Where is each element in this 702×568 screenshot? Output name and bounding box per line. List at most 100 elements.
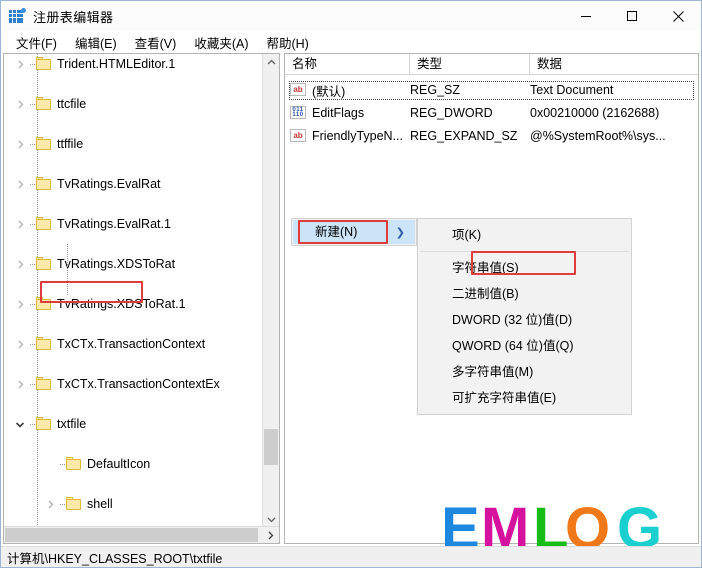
tree-item-label: ttffile bbox=[57, 137, 84, 151]
cell-data: 0x00210000 (2162688) bbox=[530, 106, 660, 120]
window-title: 注册表编辑器 bbox=[33, 9, 114, 25]
scroll-right-icon[interactable] bbox=[262, 527, 279, 543]
tree-connector bbox=[28, 294, 36, 314]
tree-connector bbox=[28, 334, 36, 354]
tree-item[interactable]: TxCTx.TransactionContextEx bbox=[4, 374, 260, 394]
tree-connector bbox=[28, 374, 36, 394]
submenu-item[interactable]: QWORD (64 位)值(Q) bbox=[418, 333, 631, 359]
tree-item[interactable]: ttcfile bbox=[4, 94, 260, 114]
focused-row-indicator bbox=[289, 81, 694, 100]
table-row[interactable]: ab FriendlyTypeN... REG_EXPAND_SZ @%SystemR… bbox=[285, 125, 698, 147]
submenu-item[interactable]: DWORD (32 位)值(D) bbox=[418, 307, 631, 333]
status-path: 计算机\HKEY_CLASSES_ROOT\txtfile bbox=[7, 551, 223, 566]
submenu-item[interactable]: 二进制值(B) bbox=[418, 281, 631, 307]
chevron-right-icon[interactable] bbox=[12, 174, 28, 194]
tree-hscroll-thumb[interactable] bbox=[5, 528, 258, 542]
chevron-right-icon[interactable] bbox=[12, 54, 28, 74]
tree-item-label: shell bbox=[87, 497, 113, 511]
folder-icon bbox=[66, 497, 83, 511]
tree-connector bbox=[28, 254, 36, 274]
minimize-button[interactable] bbox=[563, 1, 609, 31]
menu-favorites[interactable]: 收藏夹(A) bbox=[185, 31, 257, 54]
new-value-submenu: 项(K) 字符串值(S) 二进制值(B) DWORD (32 位)值(D) QWORD … bbox=[417, 218, 632, 415]
folder-icon bbox=[36, 137, 53, 151]
registry-editor-window: 注册表编辑器 文件(F) 编辑(E) 查看(V) 收藏夹(A) 帮助(H) Tr… bbox=[0, 0, 702, 568]
chevron-right-icon[interactable] bbox=[12, 374, 28, 394]
status-bar: 计算机\HKEY_CLASSES_ROOT\txtfile bbox=[1, 546, 701, 567]
scroll-up-icon[interactable] bbox=[263, 54, 279, 71]
annotation-box-txtfile bbox=[40, 281, 143, 303]
column-header-data[interactable]: 数据 bbox=[530, 54, 698, 74]
registry-grid-icon bbox=[9, 8, 26, 24]
annotation-box-string-value bbox=[471, 251, 576, 275]
close-button[interactable] bbox=[655, 1, 701, 31]
folder-icon bbox=[36, 57, 53, 71]
tree-item-label: TxCTx.TransactionContextEx bbox=[57, 377, 220, 391]
tree-item-label: TxCTx.TransactionContext bbox=[57, 337, 206, 351]
tree-item-label: TvRatings.EvalRat bbox=[57, 177, 161, 191]
cell-name: EditFlags bbox=[312, 106, 365, 120]
tree-connector bbox=[28, 134, 36, 154]
tree-item[interactable]: TvRatings.EvalRat.1 bbox=[4, 214, 260, 234]
tree-connector bbox=[58, 454, 66, 474]
chevron-right-icon: ❯ bbox=[395, 227, 405, 239]
tree-item-label: Trident.HTMLEditor.1 bbox=[57, 57, 176, 71]
tree-horizontal-scrollbar[interactable] bbox=[4, 526, 279, 543]
tree-item[interactable]: DefaultIcon bbox=[4, 454, 260, 474]
chevron-right-icon[interactable] bbox=[12, 334, 28, 354]
column-header-type[interactable]: 类型 bbox=[410, 54, 530, 74]
tree-item[interactable]: ttffile bbox=[4, 134, 260, 154]
submenu-item[interactable]: 项(K) bbox=[418, 222, 631, 248]
menu-bar: 文件(F) 编辑(E) 查看(V) 收藏夹(A) 帮助(H) bbox=[1, 31, 701, 53]
tree-item[interactable]: TxCTx.TransactionContext bbox=[4, 334, 260, 354]
tree-connector bbox=[28, 54, 36, 74]
cell-type: REG_EXPAND_SZ bbox=[410, 129, 518, 143]
chevron-right-icon[interactable] bbox=[12, 254, 28, 274]
cell-type: REG_DWORD bbox=[410, 106, 493, 120]
menu-file[interactable]: 文件(F) bbox=[7, 31, 66, 54]
menu-help[interactable]: 帮助(H) bbox=[257, 31, 317, 54]
title-bar: 注册表编辑器 bbox=[1, 1, 701, 31]
folder-icon bbox=[36, 177, 53, 191]
chevron-right-icon[interactable] bbox=[12, 94, 28, 114]
tree-connector bbox=[28, 174, 36, 194]
table-row[interactable]: 011 110 EditFlags REG_DWORD 0x00210000 (2162… bbox=[285, 102, 698, 124]
tree-item[interactable]: TvRatings.EvalRat bbox=[4, 174, 260, 194]
folder-icon bbox=[36, 217, 53, 231]
tree-item[interactable]: txtfile bbox=[4, 414, 260, 434]
menu-view[interactable]: 查看(V) bbox=[126, 31, 186, 54]
folder-icon bbox=[36, 97, 53, 111]
chevron-right-icon[interactable] bbox=[12, 214, 28, 234]
folder-icon bbox=[36, 417, 53, 431]
submenu-item[interactable]: 可扩充字符串值(E) bbox=[418, 385, 631, 411]
registry-tree-pane: Trident.HTMLEditor.1 ttcfile ttffile TvRati… bbox=[3, 53, 280, 544]
tree-vertical-scrollbar[interactable] bbox=[262, 54, 279, 528]
column-header-name[interactable]: 名称 bbox=[285, 54, 410, 74]
tree-item[interactable]: TvRatings.XDSToRat bbox=[4, 254, 260, 274]
tree-item[interactable]: Trident.HTMLEditor.1 bbox=[4, 54, 260, 74]
tree-scroll-thumb[interactable] bbox=[264, 429, 278, 465]
tree-connector bbox=[58, 494, 66, 514]
chevron-down-icon[interactable] bbox=[12, 414, 28, 434]
tree-connector bbox=[28, 94, 36, 114]
chevron-right-icon[interactable] bbox=[12, 294, 28, 314]
editor-body: Trident.HTMLEditor.1 ttcfile ttffile TvRati… bbox=[1, 53, 701, 546]
tree-item-label: TvRatings.EvalRat.1 bbox=[57, 217, 171, 231]
menu-edit[interactable]: 编辑(E) bbox=[66, 31, 126, 54]
chevron-right-icon[interactable] bbox=[42, 494, 58, 514]
tree-connector bbox=[28, 214, 36, 234]
binary-value-icon: 011 110 bbox=[290, 105, 308, 121]
folder-icon bbox=[66, 457, 83, 471]
tree-item-label: txtfile bbox=[57, 417, 87, 431]
tree-item[interactable]: shell bbox=[4, 494, 260, 514]
chevron-right-icon[interactable] bbox=[12, 134, 28, 154]
tree-connector bbox=[28, 414, 36, 434]
tree-item-label: DefaultIcon bbox=[87, 457, 151, 471]
folder-icon bbox=[36, 257, 53, 271]
annotation-box-new bbox=[298, 220, 388, 244]
maximize-button[interactable] bbox=[609, 1, 655, 31]
tree-item-label: ttcfile bbox=[57, 97, 87, 111]
submenu-item[interactable]: 多字符串值(M) bbox=[418, 359, 631, 385]
cell-name: FriendlyTypeN... bbox=[312, 129, 404, 143]
